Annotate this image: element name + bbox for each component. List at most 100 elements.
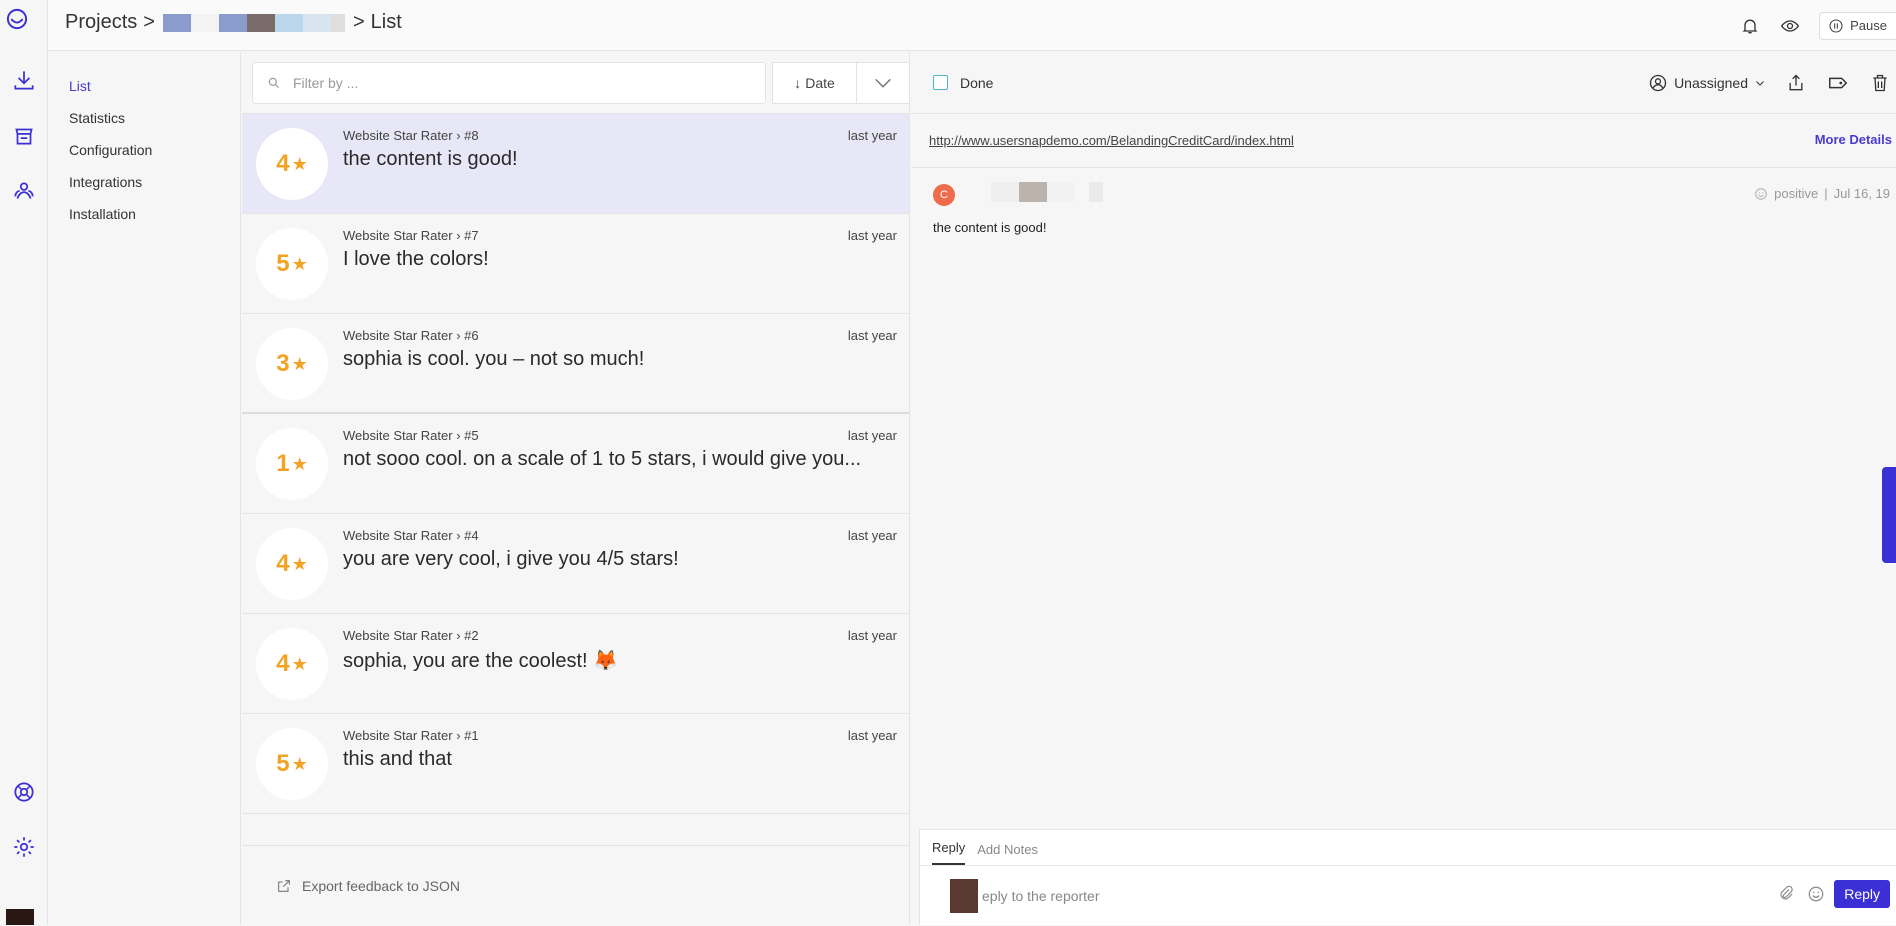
- rating-value: 4: [276, 550, 290, 577]
- breadcrumb: Projects > > List: [65, 11, 402, 34]
- feedback-time: last year: [847, 528, 897, 543]
- star-icon: ★: [291, 453, 308, 474]
- more-details-link[interactable]: More Details: [1815, 132, 1892, 147]
- comment-date: Jul 16, 19: [1833, 186, 1890, 201]
- filter-input[interactable]: [291, 73, 731, 92]
- inbox-icon[interactable]: [6, 118, 42, 154]
- feedback-source: Website Star Rater › #5: [343, 428, 479, 443]
- done-label: Done: [960, 74, 994, 91]
- feedback-source: Website Star Rater › #4: [343, 528, 479, 543]
- feedback-time: last year: [847, 128, 897, 143]
- help-icon[interactable]: [6, 774, 42, 810]
- feedback-text: sophia, you are the coolest! 🦊: [343, 650, 619, 672]
- feedback-text: not sooo cool. on a scale of 1 to 5 star…: [343, 448, 862, 470]
- export-json-link[interactable]: Export feedback to JSON: [242, 845, 909, 925]
- feedback-side-tab[interactable]: [1882, 467, 1896, 563]
- reply-box: Reply Add Notes Reply: [919, 829, 1896, 925]
- rating-badge: 1 ★: [256, 428, 328, 500]
- tab-reply[interactable]: Reply: [932, 840, 966, 865]
- comment-meta: positive | Jul 16, 19: [1754, 186, 1890, 201]
- star-icon: ★: [291, 153, 308, 174]
- feedback-row[interactable]: 4 ★ Website Star Rater › #2 last year sop…: [242, 614, 909, 714]
- app-logo[interactable]: [4, 6, 44, 46]
- user-circle-icon: [1649, 74, 1667, 92]
- feedback-row[interactable]: 4 ★ Website Star Rater › #4 last year you…: [242, 514, 909, 614]
- subnav-item-statistics[interactable]: Statistics: [49, 104, 240, 136]
- chevron-down-icon: [1756, 81, 1764, 86]
- feedback-text: the content is good!: [343, 148, 518, 170]
- emoji-icon[interactable]: [1806, 884, 1826, 904]
- breadcrumb-separator: >: [143, 11, 155, 33]
- feedback-row[interactable]: 5 ★ Website Star Rater › #7 last year I l…: [242, 214, 909, 314]
- rating-badge: 5 ★: [256, 728, 328, 800]
- comment-text: the content is good!: [933, 220, 1047, 235]
- feedback-source: Website Star Rater › #2: [343, 628, 479, 643]
- rating-badge: 4 ★: [256, 528, 328, 600]
- rating-badge: 4 ★: [256, 628, 328, 700]
- team-icon[interactable]: [6, 173, 42, 209]
- reporter-avatar: C: [933, 184, 955, 206]
- current-user-avatar: [950, 879, 978, 913]
- rating-value: 4: [276, 150, 290, 177]
- tag-icon[interactable]: [1826, 71, 1850, 95]
- subnav-item-integrations[interactable]: Integrations: [49, 168, 240, 200]
- eye-icon[interactable]: [1779, 15, 1801, 37]
- feedback-source: Website Star Rater › #8: [343, 128, 479, 143]
- feedback-row[interactable]: 4 ★ Website Star Rater › #8 last year the…: [242, 114, 909, 214]
- search-icon: [268, 77, 280, 88]
- star-icon: ★: [291, 753, 308, 774]
- feedback-url-link[interactable]: http://www.usersnapdemo.com/BelandingCre…: [929, 133, 1294, 148]
- external-link-icon: [278, 879, 290, 892]
- rating-value: 4: [276, 650, 290, 677]
- gear-icon[interactable]: [6, 829, 42, 865]
- share-icon[interactable]: [1784, 71, 1808, 95]
- feedback-detail-panel: Done Unassigned http://www.usersnapdemo.…: [911, 52, 1896, 925]
- rating-badge: 3 ★: [256, 328, 328, 400]
- paperclip-icon[interactable]: [1776, 884, 1796, 904]
- rating-value: 5: [276, 750, 290, 777]
- reply-input[interactable]: [980, 887, 1740, 905]
- reply-button[interactable]: Reply: [1834, 880, 1890, 908]
- bell-icon[interactable]: [1739, 15, 1761, 37]
- download-icon[interactable]: [6, 62, 42, 98]
- sort-label: Date: [805, 74, 835, 91]
- project-subnav: List Statistics Configuration Integratio…: [49, 52, 241, 925]
- export-label: Export feedback to JSON: [302, 877, 460, 894]
- pause-button[interactable]: Pause: [1819, 11, 1896, 40]
- breadcrumb-separator: >: [352, 11, 365, 33]
- feedback-list-panel: ↓ Date 4★ Website Star Rater › #8 last y…: [242, 52, 910, 925]
- breadcrumb-project-name-redacted[interactable]: [162, 13, 345, 32]
- reporter-name-redacted: [991, 182, 1103, 202]
- feedback-source: Website Star Rater › #1: [343, 728, 479, 743]
- meta-separator: |: [1824, 186, 1828, 201]
- tab-add-notes[interactable]: Add Notes: [977, 842, 1038, 865]
- sort-dropdown-button[interactable]: [857, 63, 909, 103]
- chevron-down-icon: [875, 78, 891, 88]
- feedback-text: this and that: [343, 748, 452, 770]
- star-icon: ★: [291, 353, 308, 374]
- trash-icon[interactable]: [1868, 71, 1892, 95]
- feedback-row[interactable]: 3 ★ Website Star Rater › #6 last year sop…: [242, 314, 909, 414]
- subnav-item-installation[interactable]: Installation: [49, 200, 240, 232]
- rating-value: 3: [276, 350, 290, 377]
- feedback-row[interactable]: 5 ★ Website Star Rater › #1 last year thi…: [242, 714, 909, 814]
- assignee-dropdown[interactable]: Unassigned: [1648, 73, 1766, 93]
- url-bar: http://www.usersnapdemo.com/BelandingCre…: [911, 114, 1896, 168]
- feedback-source: Website Star Rater › #7: [343, 228, 479, 243]
- feedback-text: sophia is cool. you – not so much!: [343, 348, 645, 370]
- filter-field: [252, 61, 766, 104]
- rating-value: 1: [276, 450, 290, 477]
- user-avatar[interactable]: [6, 909, 34, 925]
- sort-date-button[interactable]: ↓ Date: [773, 62, 857, 103]
- feedback-row[interactable]: 1 ★ Website Star Rater › #5 last year not…: [242, 414, 909, 514]
- breadcrumb-current: List: [370, 11, 402, 33]
- subnav-item-configuration[interactable]: Configuration: [49, 136, 240, 168]
- subnav-item-list[interactable]: List: [49, 72, 240, 104]
- breadcrumb-projects[interactable]: Projects: [65, 11, 137, 34]
- sentiment-label: positive: [1774, 186, 1819, 201]
- detail-toolbar: Done Unassigned: [911, 52, 1896, 114]
- done-checkbox[interactable]: [933, 75, 948, 90]
- feedback-text: you are very cool, i give you 4/5 stars!: [343, 548, 679, 570]
- rating-badge: 5 ★: [256, 228, 328, 300]
- filter-bar: ↓ Date: [242, 52, 910, 114]
